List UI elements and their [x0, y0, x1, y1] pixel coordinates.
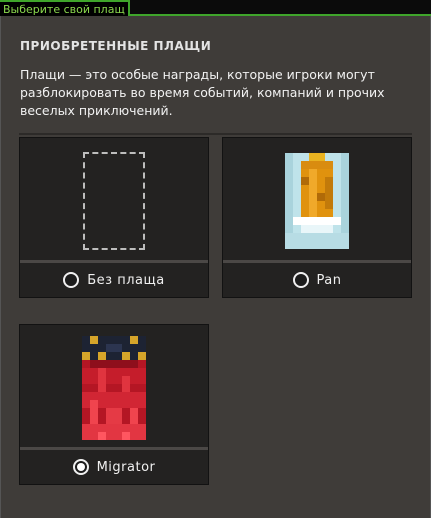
- section-heading: ПРИОБРЕТЕННЫЕ ПЛАЩИ: [20, 39, 212, 53]
- divider: [19, 133, 412, 135]
- cape-preview: [223, 144, 411, 258]
- cape-radio-none[interactable]: [63, 272, 80, 288]
- cape-option-footer[interactable]: Pan: [223, 263, 411, 297]
- pan-cape-icon: [285, 153, 349, 249]
- cape-label: Pan: [316, 272, 342, 288]
- section-description: Плащи — это особые награды, которые игро…: [20, 67, 385, 118]
- cape-label: Без плаща: [87, 272, 165, 288]
- cape-preview: [20, 331, 208, 445]
- cape-radio-pan[interactable]: [292, 272, 309, 288]
- cape-option-footer[interactable]: Без плаща: [20, 263, 208, 297]
- cape-label: Migrator: [96, 459, 156, 475]
- cape-option-migrator[interactable]: Migrator: [19, 324, 209, 485]
- empty-cape-slot-icon: [83, 152, 145, 250]
- cape-preview: [20, 144, 208, 258]
- migrator-cape-icon: [82, 336, 146, 440]
- cape-option-pan[interactable]: Pan: [222, 137, 412, 298]
- capes-panel: ПРИОБРЕТЕННЫЕ ПЛАЩИ Плащи — это особые н…: [0, 16, 431, 518]
- cape-radio-migrator[interactable]: [72, 459, 89, 475]
- cape-option-none[interactable]: Без плаща: [19, 137, 209, 298]
- window-tab-title: Выберите свой плащ: [0, 0, 130, 16]
- cape-option-footer[interactable]: Migrator: [20, 450, 208, 484]
